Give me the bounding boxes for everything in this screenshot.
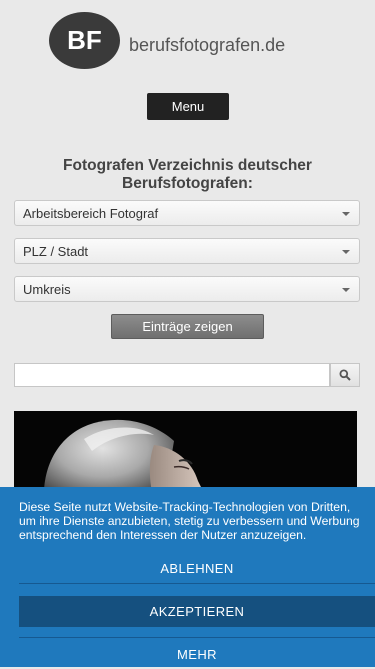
logo-badge: BF (49, 12, 120, 69)
logo-text: berufsfotografen.de (129, 35, 286, 55)
chevron-down-icon (342, 212, 350, 216)
site-logo[interactable]: BF berufsfotografen.de (49, 12, 309, 72)
show-entries-button[interactable]: Einträge zeigen (111, 314, 264, 339)
cookie-message: Diese Seite nutzt Website-Tracking-Techn… (19, 500, 375, 542)
select-value: Umkreis (23, 281, 71, 297)
cookie-message-line: um ihre Dienste anzubieten, stetig zu ve… (19, 514, 360, 528)
search-button[interactable] (330, 363, 360, 387)
chevron-down-icon (342, 288, 350, 292)
work-area-select[interactable]: Arbeitsbereich Fotograf (14, 200, 360, 226)
cookie-message-line: entsprechend den Interessen der Nutzer a… (19, 528, 307, 542)
cookie-message-line: Diese Seite nutzt Website-Tracking-Techn… (19, 500, 351, 514)
logo-initials: BF (67, 25, 102, 55)
accept-button[interactable]: AKZEPTIEREN (19, 596, 375, 627)
menu-button[interactable]: Menu (147, 93, 229, 120)
divider (19, 637, 375, 638)
divider (19, 583, 375, 584)
search-input[interactable] (14, 363, 330, 387)
decline-button[interactable]: ABLEHNEN (19, 553, 375, 583)
search-icon (339, 369, 351, 381)
cookie-banner: Diese Seite nutzt Website-Tracking-Techn… (0, 487, 375, 667)
radius-select[interactable]: Umkreis (14, 276, 360, 302)
select-value: PLZ / Stadt (23, 243, 89, 259)
chevron-down-icon (342, 250, 350, 254)
page-heading: Fotografen Verzeichnis deutscher Berufsf… (63, 157, 312, 192)
more-button[interactable]: MEHR (19, 639, 375, 669)
zip-city-select[interactable]: PLZ / Stadt (14, 238, 360, 264)
select-value: Arbeitsbereich Fotograf (23, 205, 159, 221)
